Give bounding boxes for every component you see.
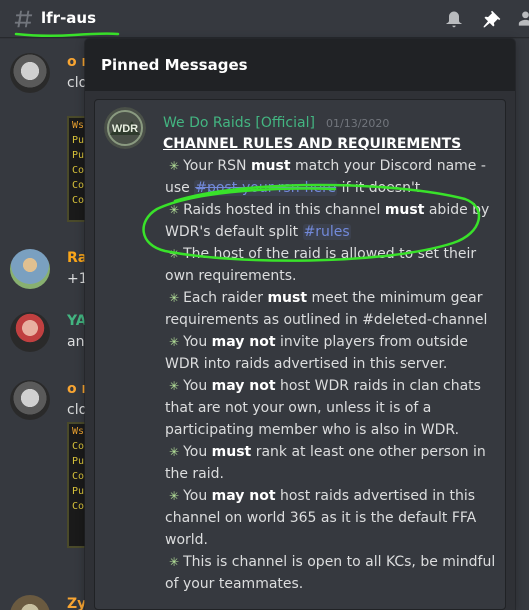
message-timestamp: 01/13/2020	[326, 117, 390, 130]
svg-text:WDR: WDR	[112, 123, 138, 135]
channel-mention[interactable]: #post-your-rsn-here	[194, 180, 338, 196]
rule-item: ✳ You must rank at least one other person…	[165, 444, 486, 482]
rules-heading: CHANNEL RULES AND REQUIREMENTS	[163, 136, 462, 152]
avatar[interactable]	[10, 380, 50, 420]
sparkle-icon: ✳	[169, 379, 180, 393]
channel-name[interactable]: lfr-aus	[41, 8, 96, 28]
pinned-messages-popout: Pinned Messages WDR We Do Raids [Officia…	[85, 39, 515, 610]
sparkle-icon: ✳	[169, 159, 180, 173]
members-icon[interactable]	[518, 9, 529, 29]
message-author[interactable]: YA	[67, 312, 87, 330]
rule-item: ✳ Each raider must meet the minimum gear …	[165, 290, 488, 328]
avatar[interactable]	[10, 312, 50, 352]
sparkle-icon: ✳	[169, 291, 180, 305]
rule-item: ✳ You may not host WDR raids in clan chat…	[165, 378, 481, 438]
message-author[interactable]: Zy	[67, 595, 86, 610]
rule-item: ✳ Raids hosted in this channel must abide…	[165, 202, 490, 240]
hashtag-icon	[14, 10, 33, 28]
rule-item: ✳ Your RSN must match your Discord name -…	[165, 158, 486, 196]
annotation-underline	[14, 32, 120, 38]
popout-title: Pinned Messages	[101, 56, 248, 74]
rule-item: ✳ You may not invite players from outside…	[165, 334, 468, 372]
bell-icon[interactable]	[444, 9, 464, 29]
avatar[interactable]	[10, 53, 50, 93]
sparkle-icon: ✳	[169, 335, 180, 349]
pin-icon[interactable]	[482, 9, 502, 29]
avatar[interactable]	[10, 249, 50, 289]
channel-mention[interactable]: #rules	[302, 224, 351, 240]
popout-header: Pinned Messages	[85, 39, 515, 91]
message-content: CHANNEL RULES AND REQUIREMENTS ✳ Your RSN…	[163, 133, 503, 595]
message-author[interactable]: We Do Raids [Official]	[163, 114, 315, 132]
sparkle-icon: ✳	[169, 555, 180, 569]
rule-item: ✳ You may not host raids advertised in th…	[165, 488, 477, 548]
sparkle-icon: ✳	[169, 489, 180, 503]
sparkle-icon: ✳	[169, 445, 180, 459]
avatar[interactable]: WDR	[104, 107, 146, 149]
sparkle-icon: ✳	[169, 203, 180, 217]
rule-item: ✳ The host of the raid is allowed to set …	[165, 246, 477, 284]
sparkle-icon: ✳	[169, 247, 180, 261]
avatar[interactable]	[10, 595, 50, 610]
pinned-message[interactable]: WDR We Do Raids [Official] 01/13/2020 CH…	[94, 99, 506, 610]
rule-item: ✳ This is channel is open to all KCs, be …	[165, 554, 496, 592]
